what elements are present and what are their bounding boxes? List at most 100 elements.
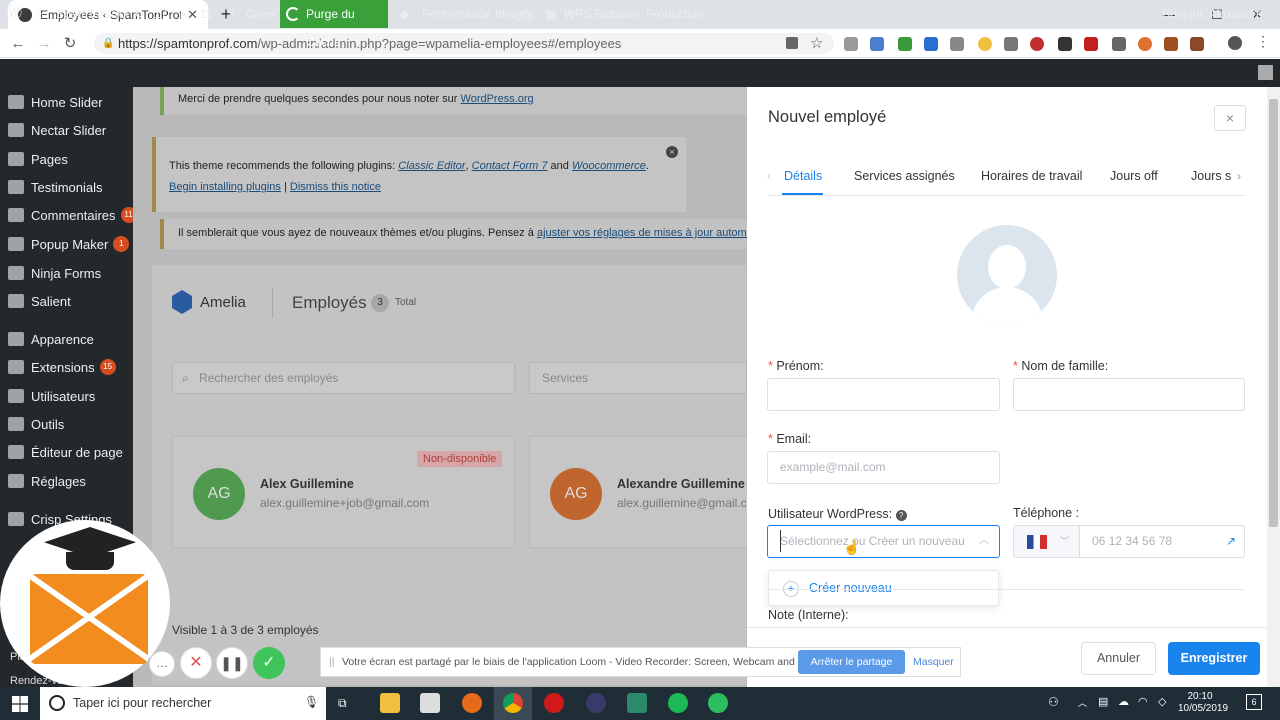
loom-finish-button[interactable]: ✓: [253, 647, 285, 679]
sidebar-item[interactable]: Ninja Forms: [0, 259, 133, 287]
extension-icon[interactable]: [1084, 37, 1098, 51]
wp-user-select[interactable]: Sélectionnez ou Créer un nouveau ︿: [767, 525, 1000, 558]
sidebar-item[interactable]: Home Slider: [0, 88, 133, 116]
save-button[interactable]: Enregistrer: [1168, 642, 1260, 675]
sidebar-item[interactable]: Éditeur de page: [0, 438, 133, 466]
begin-installing-link[interactable]: Begin installing plugins: [169, 181, 281, 193]
sidebar-item[interactable]: Nectar Slider: [0, 116, 133, 144]
dismiss-notice-link[interactable]: Dismiss this notice: [290, 181, 381, 193]
services-filter-select[interactable]: Services: [529, 362, 747, 394]
extension-icon[interactable]: [870, 37, 884, 51]
stop-sharing-button[interactable]: Arrêter le partage: [798, 650, 905, 674]
woocommerce-link[interactable]: Woocommerce: [572, 160, 646, 172]
loom-more-button[interactable]: …: [149, 651, 175, 677]
sidebar-item[interactable]: Réglages: [0, 467, 133, 495]
adminbar-performance[interactable]: Performance: [422, 0, 491, 28]
reload-icon[interactable]: ↻: [60, 34, 80, 54]
action-center-icon[interactable]: 6: [1246, 694, 1262, 710]
user-avatar[interactable]: [1258, 65, 1273, 80]
adminbar-create[interactable]: Créer: [246, 0, 276, 28]
sidebar-item[interactable]: Commentaires 11: [0, 201, 137, 229]
back-icon[interactable]: ←: [8, 34, 28, 54]
adminbar-imagify[interactable]: Imagify: [495, 0, 534, 28]
scrollbar[interactable]: [1267, 87, 1280, 687]
avatar-placeholder[interactable]: [957, 225, 1057, 325]
adminbar-updates[interactable]: 17: [154, 0, 167, 28]
adminbar-comments[interactable]: 11: [200, 0, 212, 28]
menu-kebab-icon[interactable]: ⋮: [1256, 33, 1270, 50]
people-icon[interactable]: ⚇: [1048, 695, 1059, 709]
hide-button[interactable]: Masquer: [913, 656, 954, 668]
wordpress-org-link[interactable]: WordPress.org: [461, 93, 534, 105]
adminbar-production[interactable]: Production: [646, 0, 703, 28]
email-field[interactable]: example@mail.com: [767, 451, 1000, 484]
adminbar-greeting[interactable]: Bonjour, Alexandre: [1162, 0, 1263, 28]
tabs-prev-icon[interactable]: ‹: [767, 169, 771, 183]
extension-icon[interactable]: [950, 37, 964, 51]
wifi-icon[interactable]: ◠: [1138, 695, 1148, 708]
bookmark-star-icon[interactable]: ☆: [810, 34, 823, 52]
help-icon[interactable]: ?: [895, 510, 907, 521]
spotify-icon[interactable]: [668, 693, 688, 713]
employee-card[interactable]: AG Alexandre Guillemine alex.guillemine@…: [529, 436, 763, 548]
extension-icon[interactable]: [1164, 37, 1178, 51]
country-select[interactable]: ﹀: [1013, 525, 1080, 558]
sidebar-item[interactable]: Outils: [0, 410, 133, 438]
sidebar-item[interactable]: Apparence: [0, 325, 133, 353]
tab-services[interactable]: Services assignés: [854, 169, 955, 183]
opera-icon[interactable]: [544, 693, 564, 713]
extension-icon[interactable]: [1138, 37, 1152, 51]
create-new-option[interactable]: Créer nouveau: [809, 581, 892, 595]
tab-days-off[interactable]: Jours off: [1110, 169, 1158, 183]
tab-work-hours[interactable]: Horaires de travail: [981, 169, 1082, 183]
tab-close-icon[interactable]: ✕: [187, 7, 198, 23]
evernote-icon[interactable]: [708, 693, 728, 713]
extension-icon[interactable]: [898, 37, 912, 51]
task-view-icon[interactable]: ⧉: [338, 696, 347, 711]
profile-avatar-icon[interactable]: [1228, 36, 1242, 50]
sidebar-item[interactable]: Popup Maker 1: [0, 230, 133, 258]
loom-cancel-button[interactable]: ✕: [180, 647, 212, 679]
firefox-icon[interactable]: [462, 693, 482, 713]
onedrive-icon[interactable]: ☁: [1118, 695, 1129, 708]
extension-icon[interactable]: [1190, 37, 1204, 51]
sidebar-item[interactable]: Pages: [0, 145, 133, 173]
chrome-icon[interactable]: [503, 693, 523, 713]
extension-icon[interactable]: [924, 37, 938, 51]
extension-icon[interactable]: [1004, 37, 1018, 51]
forward-icon[interactable]: →: [34, 34, 54, 54]
clock[interactable]: 20:10 10/05/2019: [1178, 691, 1228, 715]
sidebar-item[interactable]: Salient: [0, 287, 133, 315]
notice-close-icon[interactable]: ×: [666, 146, 678, 158]
file-explorer-icon[interactable]: [380, 693, 400, 713]
tab-details[interactable]: Détails: [784, 169, 822, 183]
app-icon[interactable]: [586, 693, 606, 713]
dropbox-icon[interactable]: ◇: [1158, 695, 1166, 708]
wordpress-logo-icon[interactable]: Ⓦ: [6, 0, 22, 28]
employee-search-input[interactable]: ⌕ Rechercher des employés: [172, 362, 515, 394]
store-icon[interactable]: [420, 693, 440, 713]
auto-updates-link[interactable]: ajuster vos réglages de mises à jour aut…: [537, 227, 782, 239]
classic-editor-link[interactable]: Classic Editor: [398, 160, 465, 172]
scrollbar-thumb[interactable]: [1269, 99, 1278, 527]
drawer-close-button[interactable]: ×: [1214, 105, 1246, 131]
extension-icon[interactable]: [1112, 37, 1126, 51]
last-name-field[interactable]: [1013, 378, 1245, 411]
phone-field[interactable]: 06 12 34 56 78: [1079, 525, 1245, 558]
first-name-field[interactable]: [767, 378, 1000, 411]
network-icon[interactable]: ▤: [1098, 695, 1108, 708]
extension-icon[interactable]: [844, 37, 858, 51]
adminbar-site[interactable]: SpamTonProf: [56, 0, 129, 28]
sidebar-item[interactable]: Utilisateurs: [0, 382, 133, 410]
drag-handle-icon[interactable]: ||: [329, 656, 334, 668]
cancel-button[interactable]: Annuler: [1081, 642, 1156, 675]
extension-icon[interactable]: [1030, 37, 1044, 51]
security-app-icon[interactable]: [627, 693, 647, 713]
contact-form-link[interactable]: Contact Form 7: [472, 160, 548, 172]
tray-chevron-icon[interactable]: ︿: [1078, 696, 1087, 709]
extension-icon[interactable]: [1058, 37, 1072, 51]
tabs-next-icon[interactable]: ›: [1237, 169, 1241, 183]
sidebar-item[interactable]: Testimonials: [0, 173, 133, 201]
employee-card[interactable]: AG Alex Guillemine alex.guillemine+job@g…: [172, 436, 515, 548]
address-bar[interactable]: 🔒 https://spamtonprof.com/wp-admin/admin…: [94, 33, 834, 54]
